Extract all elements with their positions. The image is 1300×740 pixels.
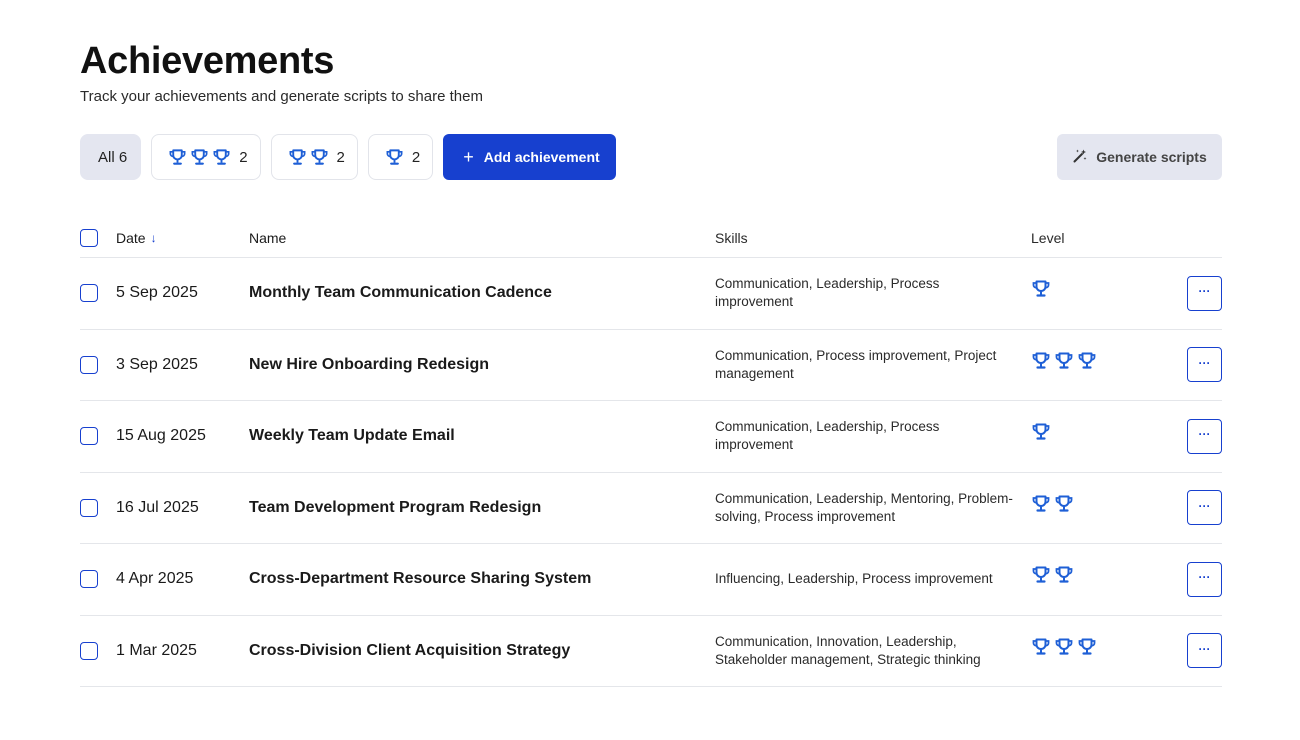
trophy-icon [1054, 637, 1074, 657]
page-title: Achievements [80, 40, 335, 82]
trophy-icon [168, 148, 187, 167]
filter-level-1[interactable]: 2 [367, 134, 434, 180]
row-date: 16 Jul 2025 [116, 498, 199, 516]
trophy-group [1031, 637, 1097, 657]
row-checkbox[interactable] [80, 641, 98, 660]
row-skills: Communication, Innovation, Leadership, S… [715, 633, 981, 667]
more-options-button[interactable]: ··· [1187, 633, 1222, 669]
row-checkbox[interactable] [80, 570, 98, 589]
table-body: 5 Sep 2025 Monthly Team Communication Cad… [80, 258, 1222, 687]
trophy-group [1031, 422, 1051, 442]
level-filters: All 6 2 2 2 + Add achievement [80, 134, 616, 180]
add-achievement-button[interactable]: + Add achievement [443, 134, 616, 180]
trophy-group [168, 148, 231, 167]
row-name[interactable]: Team Development Program Redesign [249, 499, 715, 517]
trophy-icon [1077, 637, 1097, 657]
magic-wand-icon [1072, 148, 1088, 167]
filter-all-label: All 6 [98, 148, 128, 166]
row-name[interactable]: Monthly Team Communication Cadence [249, 284, 715, 302]
table-row[interactable]: 1 Mar 2025 Cross-Division Client Acquisit… [80, 616, 1222, 687]
filter-level-2[interactable]: 2 [270, 134, 358, 180]
row-skills: Communication, Leadership, Process impro… [715, 276, 940, 310]
row-skills: Communication, Leadership, Process impro… [715, 419, 940, 453]
row-level [1031, 565, 1187, 593]
table-row[interactable]: 5 Sep 2025 Monthly Team Communication Cad… [80, 258, 1222, 330]
skills-column-header: Skills [715, 229, 748, 246]
row-skills: Influencing, Leadership, Process improve… [715, 571, 993, 587]
row-level [1031, 351, 1187, 379]
row-level [1031, 279, 1187, 307]
row-date: 15 Aug 2025 [116, 427, 206, 445]
row-date: 4 Apr 2025 [116, 570, 194, 588]
row-name[interactable]: Weekly Team Update Email [249, 427, 715, 445]
table-row[interactable]: 3 Sep 2025 New Hire Onboarding Redesign Co… [80, 330, 1222, 401]
table-header: Date ↓ Name Skills Level [80, 218, 1222, 258]
page-subtitle: Track your achievements and generate scr… [80, 88, 483, 105]
row-skills: Communication, Process improvement, Proj… [715, 347, 997, 381]
row-checkbox[interactable] [80, 427, 98, 446]
filter-level-2-count: 2 [336, 148, 345, 166]
trophy-group [1031, 565, 1074, 585]
trophy-icon [212, 148, 231, 167]
trophy-icon [385, 148, 404, 167]
plus-icon: + [463, 147, 474, 167]
more-options-button[interactable]: ··· [1187, 561, 1222, 597]
more-options-button[interactable]: ··· [1187, 418, 1222, 454]
table-row[interactable]: 15 Aug 2025 Weekly Team Update Email Commu… [80, 401, 1222, 473]
row-checkbox[interactable] [80, 355, 98, 374]
row-level [1031, 637, 1187, 665]
row-date: 1 Mar 2025 [116, 641, 197, 659]
add-achievement-label: Add achievement [483, 149, 600, 165]
trophy-icon [288, 148, 307, 167]
more-options-button[interactable]: ··· [1187, 347, 1222, 383]
row-checkbox[interactable] [80, 498, 98, 517]
date-header-label: Date [116, 229, 146, 246]
row-skills: Communication, Leadership, Mentoring, Pr… [715, 490, 1013, 524]
trophy-icon [1054, 494, 1074, 514]
trophy-group [1031, 279, 1051, 299]
table-row[interactable]: 4 Apr 2025 Cross-Department Resource Shar… [80, 544, 1222, 616]
trophy-icon [1031, 565, 1051, 585]
achievements-table: Date ↓ Name Skills Level 5 Sep 2025 Month… [80, 218, 1222, 687]
trophy-icon [1077, 351, 1097, 371]
trophy-icon [190, 148, 209, 167]
trophy-icon [1031, 422, 1051, 442]
row-level [1031, 422, 1187, 450]
trophy-group [1031, 494, 1074, 514]
trophy-icon [1054, 351, 1074, 371]
row-date: 5 Sep 2025 [116, 284, 198, 302]
row-name[interactable]: Cross-Division Client Acquisition Strate… [249, 642, 715, 660]
select-all-checkbox[interactable] [80, 228, 98, 247]
sort-down-icon: ↓ [150, 230, 157, 245]
trophy-icon [1031, 494, 1051, 514]
row-name[interactable]: Cross-Department Resource Sharing System [249, 570, 715, 588]
trophy-icon [1031, 637, 1051, 657]
achievements-page: Achievements Track your achievements and… [0, 0, 1300, 740]
generate-scripts-label: Generate scripts [1096, 149, 1207, 165]
trophy-group [1031, 351, 1097, 371]
trophy-group [385, 148, 404, 167]
level-column-header: Level [1031, 229, 1065, 246]
generate-scripts-button[interactable]: Generate scripts [1057, 134, 1222, 180]
row-level [1031, 494, 1187, 522]
trophy-icon [1031, 351, 1051, 371]
row-date: 3 Sep 2025 [116, 355, 198, 373]
row-name[interactable]: New Hire Onboarding Redesign [249, 356, 715, 374]
date-column-header[interactable]: Date ↓ [116, 230, 249, 246]
more-options-button[interactable]: ··· [1187, 490, 1222, 526]
trophy-group [288, 148, 329, 167]
row-checkbox[interactable] [80, 284, 98, 303]
trophy-icon [1031, 279, 1051, 299]
filter-level-3[interactable]: 2 [151, 134, 261, 180]
trophy-icon [310, 148, 329, 167]
filter-all[interactable]: All 6 [80, 134, 142, 180]
more-options-button[interactable]: ··· [1187, 275, 1222, 311]
name-column-header: Name [249, 229, 287, 246]
table-row[interactable]: 16 Jul 2025 Team Development Program Rede… [80, 473, 1222, 544]
trophy-icon [1054, 565, 1074, 585]
filter-level-1-count: 2 [411, 148, 421, 166]
filter-level-3-count: 2 [239, 148, 248, 166]
